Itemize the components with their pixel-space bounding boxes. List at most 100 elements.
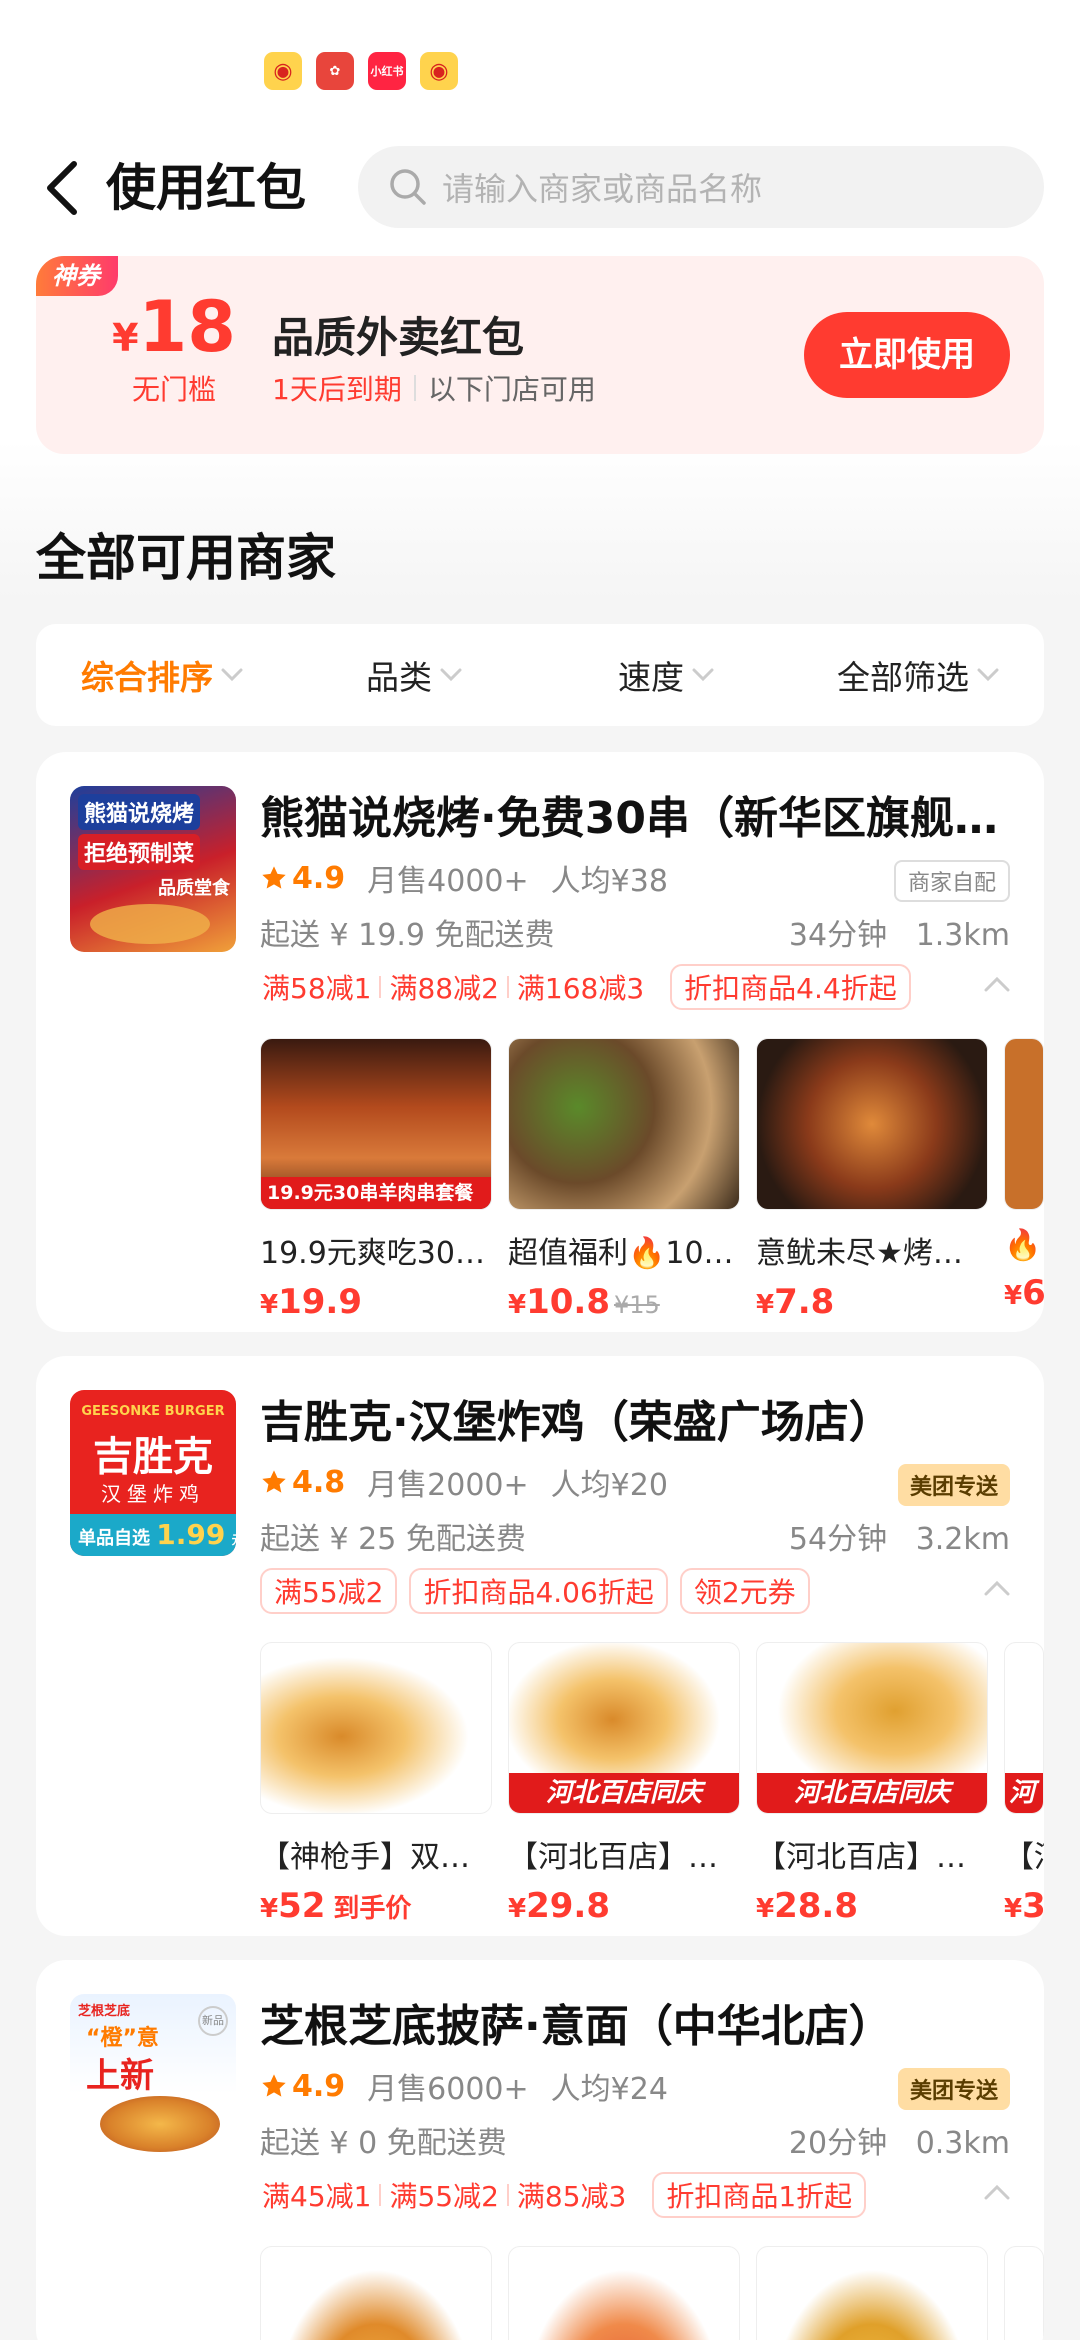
coupon-claim-tag[interactable]: 领2元券: [679, 1568, 810, 1614]
divider: [379, 2184, 382, 2206]
coupon-value: 18: [138, 286, 236, 368]
dish-image: [1004, 1038, 1044, 1210]
store-rating: 4.9: [260, 861, 345, 896]
store-rating: 4.8: [260, 1465, 345, 1500]
coupon-amount: ¥18: [94, 286, 254, 368]
dish-image: 河北百店同庆: [756, 1642, 988, 1814]
dish-item[interactable]: [756, 2246, 988, 2340]
store-name: 熊猫说烧烤·免费30串（新华区旗舰店）: [260, 793, 1020, 844]
delivery-time: 54分钟: [788, 1522, 888, 1557]
delivery-badge: 美团专送: [897, 1464, 1010, 1506]
logo-text: 汉堡炸鸡: [101, 1482, 205, 1506]
dish-image: [260, 2246, 492, 2340]
dish-item[interactable]: 河北百店同庆 【河北百店】炸鸡套餐 ¥28.8: [756, 1642, 988, 1926]
distance: 1.3km: [915, 918, 1010, 953]
chevron-up-icon[interactable]: [984, 976, 1010, 992]
dish-banner: 19.9元30串羊肉串套餐: [261, 1177, 491, 1209]
dish-name: 【河北百店】汉堡套餐: [508, 1840, 740, 1875]
delivery-badge: 商家自配: [893, 860, 1010, 902]
monthly-sales: 月售6000+: [367, 2072, 529, 2107]
logo-text: 吉胜克: [93, 1434, 213, 1480]
dish-item[interactable]: 意鱿未尽★烤鱿鱼 ¥7.8: [756, 1038, 988, 1322]
logo-text: 熊猫说烧烤: [78, 794, 201, 830]
coupon-card: 神券 ¥18 无门槛 品质外卖红包 1天后到期 以下门店可用 立即使用: [36, 256, 1044, 454]
use-now-button[interactable]: 立即使用: [804, 312, 1010, 398]
dish-item[interactable]: 🔥 ¥6: [1004, 1038, 1044, 1322]
store-meta: 4.9 月售4000+ 人均¥38: [260, 856, 690, 900]
pizza-image: [100, 2096, 220, 2152]
filter-label: 全部筛选: [837, 658, 969, 697]
promo-text: 满58减1: [262, 972, 372, 1005]
chevron-down-icon: [692, 668, 714, 682]
chevron-up-icon[interactable]: [984, 2184, 1010, 2200]
dish-item[interactable]: 【神枪手】双层汉堡套餐 ¥52到手价: [260, 1642, 492, 1926]
store-logo: 熊猫说烧烤 拒绝预制菜 品质堂食: [70, 786, 236, 952]
store-card[interactable]: GEESONKE BURGER 吉胜克 汉堡炸鸡 单品自选 1.99 元起 吉胜…: [36, 1356, 1044, 1936]
promo-tag: 折扣商品1折起: [652, 2172, 867, 2218]
store-logo: 芝根芝底 新品 “橙”意 上新: [70, 1994, 236, 2160]
dish-price: ¥7.8: [756, 1282, 835, 1322]
promo-text: 领2元券: [693, 1576, 796, 1609]
logo-text: 品质堂食: [158, 878, 230, 899]
logo-text: 1.99: [156, 1518, 226, 1551]
weibo-icon: ◉: [264, 52, 302, 90]
coupon-threshold: 无门槛: [131, 373, 216, 406]
star-icon: [262, 2074, 286, 2097]
price-value: 6: [1022, 1273, 1044, 1313]
search-input[interactable]: 请输入商家或商品名称: [358, 146, 1044, 228]
dish-name: 【河北百店】炸鸡套餐: [756, 1840, 988, 1875]
promo-tag: 折扣商品4.06折起: [409, 1568, 668, 1614]
store-meta: 4.8 月售2000+ 人均¥20: [260, 1460, 690, 1504]
divider: [413, 375, 416, 401]
delivery-time: 20分钟: [788, 2126, 888, 2161]
page-title: 使用红包: [106, 159, 306, 217]
search-icon: [390, 169, 426, 205]
dish-banner: 河北百店同庆: [509, 1773, 739, 1813]
search-placeholder: 请输入商家或商品名称: [442, 170, 763, 208]
dish-item[interactable]: [1004, 2246, 1044, 2340]
monthly-sales: 月售4000+: [367, 864, 529, 899]
filter-sort[interactable]: 综合排序: [36, 651, 288, 699]
dish-item[interactable]: 19.9元30串羊肉串套餐 19.9元爽吃30串羊肉串套餐 ¥19.9: [260, 1038, 492, 1322]
promo-text: 折扣商品4.4折起: [684, 972, 897, 1005]
divider: [379, 976, 382, 998]
dish-item[interactable]: 超值福利🔥10元吃到饱 ¥10.8¥15: [508, 1038, 740, 1322]
distance: 0.3km: [915, 2126, 1010, 2161]
dish-banner: 河北: [1005, 1773, 1043, 1813]
dish-image: [508, 2246, 740, 2340]
delivery-badge: 美团专送: [897, 2068, 1010, 2110]
star-icon: [262, 1470, 286, 1493]
promo-row: 满45减1 满55减2 满85减3 折扣商品1折起: [260, 2172, 878, 2218]
dish-item[interactable]: 河北百店同庆 【河北百店】汉堡套餐 ¥29.8: [508, 1642, 740, 1926]
filter-speed[interactable]: 速度: [540, 651, 792, 699]
promo-text: 满55减2: [389, 2180, 499, 2213]
divider: [506, 976, 509, 998]
dish-price: ¥29.8: [508, 1886, 610, 1926]
dish-image: 河北: [1004, 1642, 1044, 1814]
logo-text: GEESONKE BURGER: [81, 1404, 225, 1419]
promo-text: 折扣商品4.06折起: [423, 1576, 654, 1609]
chevron-down-icon: [440, 668, 462, 682]
filter-bar: 综合排序 品类 速度 全部筛选: [36, 624, 1044, 726]
store-card[interactable]: 熊猫说烧烤 拒绝预制菜 品质堂食 熊猫说烧烤·免费30串（新华区旗舰店） 4.9…: [36, 752, 1044, 1332]
chevron-up-icon[interactable]: [984, 1580, 1010, 1596]
back-button[interactable]: [36, 158, 86, 218]
dish-item[interactable]: [260, 2246, 492, 2340]
store-card[interactable]: 芝根芝底 新品 “橙”意 上新 芝根芝底披萨·意面（中华北店） 4.9 月售60…: [36, 1960, 1044, 2340]
store-logo: GEESONKE BURGER 吉胜克 汉堡炸鸡 单品自选 1.99 元起: [70, 1390, 236, 1556]
avg-price: 人均¥24: [550, 2072, 668, 2107]
dish-item[interactable]: 河北 【河北 ¥3: [1004, 1642, 1044, 1926]
coupon-currency: ¥: [112, 316, 139, 360]
monthly-sales: 月售2000+: [367, 1468, 529, 1503]
filter-category[interactable]: 品类: [288, 651, 540, 699]
promo-text: 满85减3: [516, 2180, 627, 2213]
promo-row: 满55减2 折扣商品4.06折起 领2元券: [260, 1568, 822, 1614]
price-value: 7.8: [774, 1282, 835, 1322]
filter-all[interactable]: 全部筛选: [792, 651, 1044, 699]
promo-text: 满168减3: [516, 972, 645, 1005]
dish-price: ¥19.9: [260, 1282, 362, 1322]
store-rating: 4.9: [260, 2069, 345, 2104]
dish-item[interactable]: [508, 2246, 740, 2340]
coupon-title: 品质外卖红包: [272, 313, 525, 362]
store-name: 芝根芝底披萨·意面（中华北店）: [260, 2001, 893, 2052]
